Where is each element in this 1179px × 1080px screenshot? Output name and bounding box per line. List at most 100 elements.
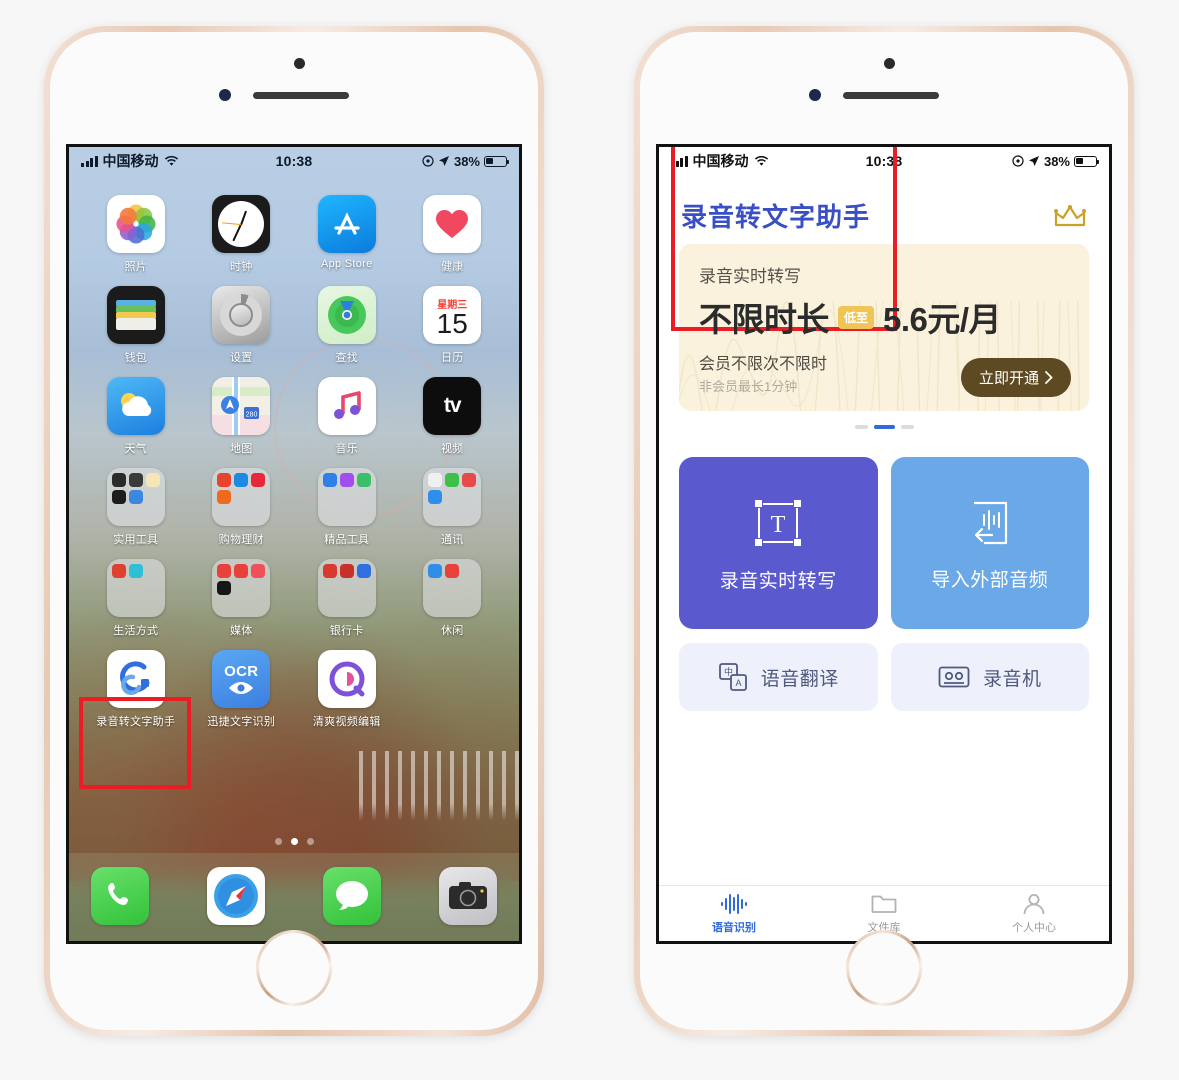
svg-text:T: T bbox=[771, 512, 786, 538]
action-label: 语音翻译 bbox=[760, 668, 839, 690]
subscribe-button-label: 立即开通 bbox=[978, 370, 1039, 387]
ios-home-screen: 中国移动 10:38 38% 照片 时钟 App Store 健康 钱包 设置 … bbox=[69, 147, 519, 941]
app-label: App Store bbox=[320, 258, 373, 270]
right-phone-screen: 中国移动 10:38 38% 录音转文字助手 录音实时转写 不限时长 低至 5.… bbox=[656, 144, 1112, 944]
app-icon-calendar[interactable]: 星期三 15 日历 bbox=[404, 278, 502, 365]
folder-communication[interactable]: 通讯 bbox=[404, 460, 502, 547]
app-label: 购物理财 bbox=[218, 534, 264, 546]
status-bar-right: 38% bbox=[422, 153, 510, 169]
camera-icon[interactable] bbox=[439, 867, 497, 925]
proximity-sensor-icon bbox=[809, 89, 821, 101]
folder-lifestyle[interactable]: 生活方式 bbox=[87, 551, 185, 638]
folder-icon bbox=[212, 559, 271, 617]
app-icon-clock[interactable]: 时钟 bbox=[193, 187, 291, 274]
primary-actions-row: T 录音实时转写 导入外部音频 bbox=[679, 457, 1089, 629]
banner-main-line: 不限时长 低至 5.6元/月 bbox=[699, 293, 1069, 341]
folder-icon bbox=[423, 559, 482, 617]
banner-tag: 低至 bbox=[838, 305, 875, 329]
action-recorder[interactable]: 录音机 bbox=[890, 643, 1089, 711]
app-label: 音乐 bbox=[335, 443, 359, 455]
import-audio-icon bbox=[973, 501, 1007, 544]
app-icon-photos[interactable]: 照片 bbox=[87, 187, 185, 274]
folder-utilities[interactable]: 实用工具 bbox=[87, 460, 185, 547]
app-label: 迅捷文字识别 bbox=[207, 716, 276, 728]
app-icon-health[interactable]: 健康 bbox=[404, 187, 502, 274]
home-button[interactable] bbox=[846, 930, 922, 1006]
apple-tv-icon: tv bbox=[423, 377, 482, 435]
app-icon-settings[interactable]: 设置 bbox=[193, 278, 291, 365]
location-arrow-icon bbox=[1028, 156, 1039, 166]
app-label: 精品工具 bbox=[324, 534, 370, 546]
battery-icon bbox=[484, 155, 510, 167]
phone-icon[interactable] bbox=[91, 867, 149, 925]
app-icon-find-my[interactable]: 查找 bbox=[298, 278, 396, 365]
folder-shopping-finance[interactable]: 购物理财 bbox=[193, 460, 291, 547]
battery-percent-label: 38% bbox=[1043, 153, 1070, 169]
right-phone-body: 中国移动 10:38 38% 录音转文字助手 录音实时转写 不限时长 低至 5.… bbox=[640, 32, 1128, 1030]
page-dot[interactable] bbox=[306, 838, 314, 845]
home-button[interactable] bbox=[256, 930, 332, 1006]
app-icon-maps[interactable]: 280 地图 bbox=[193, 369, 291, 456]
app-label: 实用工具 bbox=[113, 534, 159, 546]
app-icon-apple-tv[interactable]: tv 视频 bbox=[404, 369, 502, 456]
promo-banner-wrap: 录音实时转写 不限时长 低至 5.6元/月 会员不限次不限时 非会员最长1分钟 … bbox=[659, 244, 1109, 411]
weather-icon bbox=[106, 377, 165, 435]
app-grid: 照片 时钟 App Store 健康 钱包 设置 查找 星期三 15 日历 天气… bbox=[69, 175, 519, 834]
promo-banner[interactable]: 录音实时转写 不限时长 低至 5.6元/月 会员不限次不限时 非会员最长1分钟 … bbox=[679, 244, 1089, 411]
crown-icon[interactable] bbox=[1053, 204, 1087, 228]
calendar-day: 15 bbox=[436, 307, 468, 339]
banner-carousel-dots[interactable] bbox=[659, 411, 1109, 435]
folder-bank-cards[interactable]: 银行卡 bbox=[298, 551, 396, 638]
carousel-dot-active[interactable] bbox=[873, 425, 895, 429]
folder-outline-icon bbox=[871, 895, 897, 913]
home-page-dots[interactable] bbox=[69, 834, 519, 853]
tab-speech-recognition[interactable]: 语音识别 bbox=[659, 893, 809, 935]
app-icon-wallet[interactable]: 钱包 bbox=[87, 278, 185, 365]
gear-icon bbox=[220, 294, 263, 336]
action-live-transcribe[interactable]: T 录音实时转写 bbox=[679, 457, 878, 629]
carousel-dot[interactable] bbox=[854, 425, 868, 429]
messages-icon[interactable] bbox=[323, 867, 381, 925]
apple-tv-glyph: tv bbox=[443, 394, 462, 417]
app-icon-music[interactable]: 音乐 bbox=[298, 369, 396, 456]
alarm-icon bbox=[422, 155, 434, 167]
app-label: 银行卡 bbox=[329, 625, 364, 637]
folder-media[interactable]: 媒体 bbox=[193, 551, 291, 638]
translate-icon: 中 A bbox=[718, 663, 747, 691]
front-camera-icon bbox=[294, 58, 305, 69]
subscribe-button[interactable]: 立即开通 bbox=[960, 358, 1071, 397]
ocr-app-icon: OCR bbox=[212, 650, 271, 708]
app-icon-ocr[interactable]: OCR 迅捷文字识别 bbox=[193, 642, 291, 729]
app-icon-app-store[interactable]: App Store bbox=[298, 187, 396, 274]
action-label: 录音机 bbox=[982, 668, 1042, 690]
front-camera-icon bbox=[884, 58, 895, 69]
tab-profile[interactable]: 个人中心 bbox=[959, 893, 1109, 935]
location-arrow-icon bbox=[438, 156, 449, 166]
folder-premium-tools[interactable]: 精品工具 bbox=[298, 460, 396, 547]
safari-icon[interactable] bbox=[207, 867, 265, 925]
tab-label: 个人中心 bbox=[1012, 922, 1056, 934]
app-icon-weather[interactable]: 天气 bbox=[87, 369, 185, 456]
carousel-dot[interactable] bbox=[900, 425, 914, 429]
app-icon-video-editor[interactable]: 清爽视频编辑 bbox=[298, 642, 396, 729]
app-label: 地图 bbox=[229, 443, 253, 455]
cassette-recorder-icon bbox=[938, 666, 970, 688]
video-editor-app-icon bbox=[317, 650, 376, 708]
battery-icon bbox=[1074, 155, 1100, 167]
svg-text:280: 280 bbox=[246, 412, 258, 419]
screenshot-stage: 中国移动 10:38 38% 照片 时钟 App Store 健康 钱包 设置 … bbox=[0, 0, 1179, 1080]
action-voice-translate[interactable]: 中 A 语音翻译 bbox=[679, 643, 878, 711]
left-phone-screen: 中国移动 10:38 38% 照片 时钟 App Store 健康 钱包 设置 … bbox=[66, 144, 522, 944]
eye-icon bbox=[229, 682, 254, 694]
page-dot[interactable] bbox=[274, 838, 282, 845]
page-dot-active[interactable] bbox=[290, 838, 298, 845]
folder-leisure[interactable]: 休闲 bbox=[404, 551, 502, 638]
highlight-box-audio-to-text bbox=[79, 697, 191, 789]
app-label: 清爽视频编辑 bbox=[312, 716, 381, 728]
tab-file-library[interactable]: 文件库 bbox=[809, 893, 959, 935]
right-phone-device: 中国移动 10:38 38% 录音转文字助手 录音实时转写 不限时长 低至 5.… bbox=[634, 26, 1134, 1036]
text-selection-icon: T bbox=[755, 499, 802, 546]
battery-percent-label: 38% bbox=[453, 153, 480, 169]
chevron-right-icon bbox=[1045, 371, 1053, 384]
action-import-audio[interactable]: 导入外部音频 bbox=[890, 457, 1089, 629]
